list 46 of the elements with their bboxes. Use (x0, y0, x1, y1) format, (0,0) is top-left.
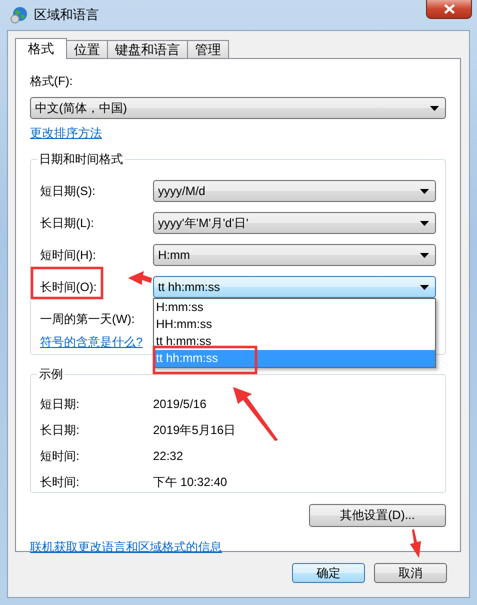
online-info-link[interactable]: 联机获取更改语言和区域格式的信息 (30, 539, 222, 556)
format-dropdown[interactable]: 中文(简体，中国) (30, 97, 446, 119)
example-value: 2019年5月16日 (153, 422, 236, 438)
globe-icon (10, 6, 28, 24)
dropdown-option[interactable]: H:mm:ss (154, 299, 435, 316)
format-dropdown[interactable]: yyyy/M/d (153, 180, 436, 202)
dropdown-arrow-icon (420, 284, 429, 290)
group-title: 示例 (37, 366, 65, 383)
dropdown-option[interactable]: tt h:mm:ss (154, 333, 435, 350)
format-dropdown[interactable]: yyyy'年'M'月'd'日' (153, 212, 436, 234)
format-dropdown[interactable]: tt hh:mm:ss (153, 276, 436, 298)
window-title: 区域和语言 (34, 6, 99, 24)
tab[interactable]: 格式 (15, 38, 67, 59)
symbols-link[interactable]: 符号的含意是什么? (40, 334, 143, 351)
dropdown-arrow-icon (420, 220, 429, 226)
example-value: 22:32 (153, 449, 184, 463)
field-label: 短时间(H): (40, 246, 97, 264)
example-label: 长日期: (40, 422, 80, 438)
arrow-drawing (410, 529, 421, 558)
field-label: 一周的第一天(W): (40, 310, 136, 328)
dropdown-arrow-icon (420, 252, 429, 258)
tab[interactable]: 键盘和语言 (107, 40, 188, 58)
example-value: 2019/5/16 (153, 397, 206, 411)
example-label: 长时间: (40, 474, 80, 490)
example-label: 短日期: (40, 396, 80, 412)
additional-settings-button[interactable]: 其他设置(D)... (309, 504, 446, 527)
field-label: 长日期(L): (40, 214, 95, 232)
tab[interactable]: 管理 (187, 40, 229, 58)
dialog-button[interactable]: 确定 (292, 563, 365, 583)
tab[interactable]: 位置 (66, 40, 108, 58)
group-title: 日期和时间格式 (37, 151, 125, 168)
example-value: 下午 10:32:40 (153, 474, 228, 490)
dropdown-option[interactable]: HH:mm:ss (154, 316, 435, 333)
dialog-button[interactable]: 取消 (374, 563, 447, 583)
arrow-drawing (233, 387, 278, 441)
close-icon (444, 4, 454, 14)
format-label: 格式(F): (30, 73, 74, 90)
arrow-drawing (128, 271, 152, 285)
dropdown-arrow-icon (420, 188, 429, 194)
dropdown-arrow-icon (430, 106, 439, 110)
example-label: 短时间: (40, 448, 80, 464)
format-dropdown[interactable]: H:mm (153, 244, 436, 266)
change-sort-link[interactable]: 更改排序方法 (30, 125, 102, 142)
field-label: 短日期(S): (40, 182, 96, 200)
close-button[interactable] (426, 0, 472, 19)
field-label: 长时间(O): (40, 278, 98, 296)
